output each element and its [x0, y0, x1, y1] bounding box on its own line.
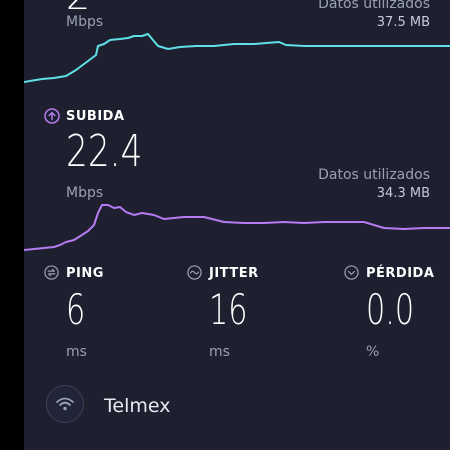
- loss-label: PÉRDIDA: [366, 266, 435, 281]
- loss-unit: %: [366, 344, 380, 360]
- upload-title: SUBIDA: [66, 109, 125, 124]
- jitter-icon: [187, 265, 202, 280]
- upload-arrow-icon: [44, 108, 60, 128]
- jitter-value: 16: [209, 285, 248, 334]
- jitter-unit: ms: [209, 344, 230, 360]
- network-provider-name[interactable]: Telmex: [104, 395, 170, 417]
- ping-value: 6: [66, 285, 86, 334]
- download-unit: Mbps: [66, 14, 104, 30]
- download-data-used-label: Datos utilizados: [318, 0, 430, 12]
- download-data-used-value: 37.5 MB: [376, 15, 430, 30]
- ping-unit: ms: [66, 344, 87, 360]
- upload-speed-value: 22.4: [66, 126, 143, 177]
- wifi-icon: [56, 397, 74, 411]
- speedtest-results-screen: 2 Mbps Datos utilizados 37.5 MB SUBIDA 2…: [24, 0, 450, 450]
- ping-label: PING: [66, 266, 104, 281]
- ping-icon: [44, 265, 59, 280]
- network-icon-button[interactable]: [46, 385, 84, 423]
- loss-icon: [344, 265, 359, 280]
- upload-graph: [24, 204, 450, 251]
- upload-data-used-label: Datos utilizados: [318, 167, 430, 183]
- download-graph: [24, 33, 450, 83]
- loss-value: 0.0: [366, 285, 415, 334]
- jitter-label: JITTER: [209, 266, 259, 281]
